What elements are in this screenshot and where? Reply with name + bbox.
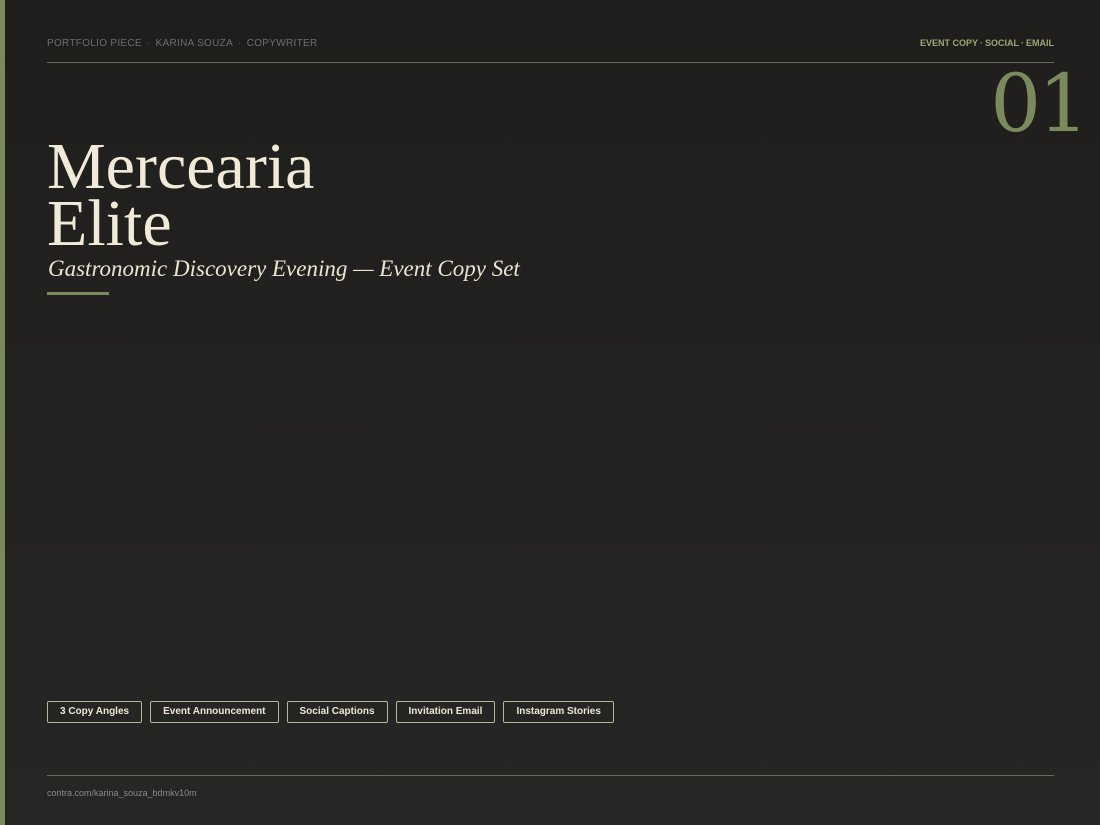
page-title: Mercearia Elite (47, 134, 314, 260)
page-number: 01 (990, 57, 1089, 150)
category-email: EMAIL (1026, 38, 1054, 48)
footer-url[interactable]: contra.com/karina_souza_bdmkv10m (47, 788, 197, 798)
accent-bar (0, 0, 5, 825)
category-event-copy: EVENT COPY (919, 38, 978, 48)
tag-event-announcement[interactable]: Event Announcement (150, 701, 279, 723)
tag-invitation-email[interactable]: Invitation Email (395, 701, 496, 723)
title-underline (47, 292, 109, 295)
tag-social-captions[interactable]: Social Captions (286, 701, 388, 723)
header-meta-portfolio: PORTFOLIO PIECE (47, 38, 142, 49)
category-social: SOCIAL (984, 38, 1019, 48)
category-separator: · (979, 38, 983, 48)
title-line-2: Elite (47, 187, 172, 260)
category-separator: · (1021, 38, 1024, 48)
header-divider (47, 62, 1054, 63)
header-category: EVENT COPY · SOCIAL · EMAIL (920, 38, 1054, 48)
header-separator: · (238, 38, 242, 49)
tag-copy-angles[interactable]: 3 Copy Angles (47, 701, 143, 723)
header-meta-role: COPYWRITER (246, 38, 318, 49)
footer-divider (47, 775, 1054, 776)
tag-list: 3 Copy Angles Event Announcement Social … (47, 701, 614, 723)
header-separator: · (146, 38, 151, 49)
header-meta: PORTFOLIO PIECE · KARINA SOUZA · COPYWRITER (47, 38, 317, 49)
tag-instagram-stories[interactable]: Instagram Stories (503, 701, 614, 723)
header: PORTFOLIO PIECE · KARINA SOUZA · COPYWRITER … (47, 38, 1054, 52)
header-meta-author: KARINA SOUZA (155, 38, 234, 49)
page-subtitle: Gastronomic Discovery Evening — Event Co… (48, 256, 520, 281)
